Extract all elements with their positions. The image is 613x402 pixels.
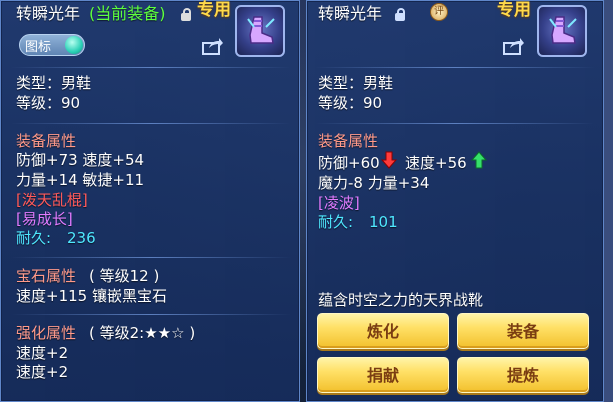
strengthen-level: ( 等级2:★★☆ ) (89, 324, 196, 342)
icon-toggle-label: 图标 (25, 40, 52, 55)
share-icon[interactable] (202, 37, 224, 55)
current-equipped-tag: (当前装备) (89, 4, 166, 23)
extract-button[interactable]: 提炼 (457, 357, 589, 393)
gem-level: ( 等级12 ) (89, 267, 160, 285)
durability-value: 236 (67, 229, 96, 247)
attr-line: 防御+73 速度+54 (16, 151, 145, 169)
divider (11, 67, 291, 68)
donate-button[interactable]: 捐献 (317, 357, 449, 393)
seal-icon: 评 (430, 3, 448, 21)
gem-section-title: 宝石属性 (16, 267, 77, 285)
exclusive-label: 专用 (497, 0, 531, 20)
item-name: 转瞬光年 (16, 4, 81, 23)
toggle-knob-icon (65, 36, 83, 54)
divider (11, 123, 291, 124)
special-skill: [凌波] (318, 194, 360, 212)
speed-stat: 速度+56 (405, 154, 467, 172)
exclusive-label: 专用 (197, 0, 231, 20)
divider (315, 123, 595, 124)
item-icon-frame (537, 5, 587, 57)
strengthen-section-title: 强化属性 (16, 324, 77, 342)
boots-icon (247, 16, 275, 44)
share-icon[interactable] (503, 37, 525, 55)
compare-item-panel: 转瞬光年 专用 类型：男鞋 等级：90 装备属性 防御+60 速度+56 魔力-… (306, 0, 604, 402)
divider (11, 314, 291, 315)
arrow-down-icon (381, 151, 397, 169)
equip-button[interactable]: 装备 (457, 313, 589, 349)
special-skill: [泼天乱棍] (16, 191, 88, 209)
durability-value: 101 (369, 213, 398, 231)
durability-label: 耐久: (16, 229, 52, 247)
defense-stat: 防御+60 (318, 154, 380, 172)
item-level: 等级：90 (318, 94, 383, 112)
boots-icon (549, 16, 577, 44)
durability-label: 耐久: (318, 213, 354, 231)
attr-section-title: 装备属性 (16, 132, 77, 150)
special-trait: [易成长] (16, 210, 73, 228)
background-strip (604, 0, 613, 402)
item-name: 转瞬光年 (318, 4, 383, 23)
equipped-item-panel: 转瞬光年 (当前装备) 专用 图标 类型：男鞋 等级：90 装备属性 防御+73… (0, 0, 300, 402)
strengthen-line: 速度+2 (16, 363, 69, 381)
unlock-icon (181, 8, 191, 21)
item-type: 类型：男鞋 (318, 74, 394, 92)
attr-section-title: 装备属性 (318, 132, 379, 150)
attr-line: 魔力-8 力量+34 (318, 174, 430, 192)
attr-line: 力量+14 敏捷+11 (16, 171, 145, 189)
lock-icon (395, 8, 405, 21)
item-description: 蕴含时空之力的天界战靴 (318, 291, 484, 309)
item-type: 类型：男鞋 (16, 74, 92, 92)
divider (315, 67, 595, 68)
refine-button[interactable]: 炼化 (317, 313, 449, 349)
item-level: 等级：90 (16, 94, 81, 112)
strengthen-line: 速度+2 (16, 344, 69, 362)
item-icon-frame (235, 5, 285, 57)
gem-attr-line: 速度+115 镶嵌黑宝石 (16, 287, 167, 305)
icon-toggle-button[interactable]: 图标 (19, 34, 85, 56)
divider (11, 257, 291, 258)
arrow-up-icon (471, 151, 487, 169)
